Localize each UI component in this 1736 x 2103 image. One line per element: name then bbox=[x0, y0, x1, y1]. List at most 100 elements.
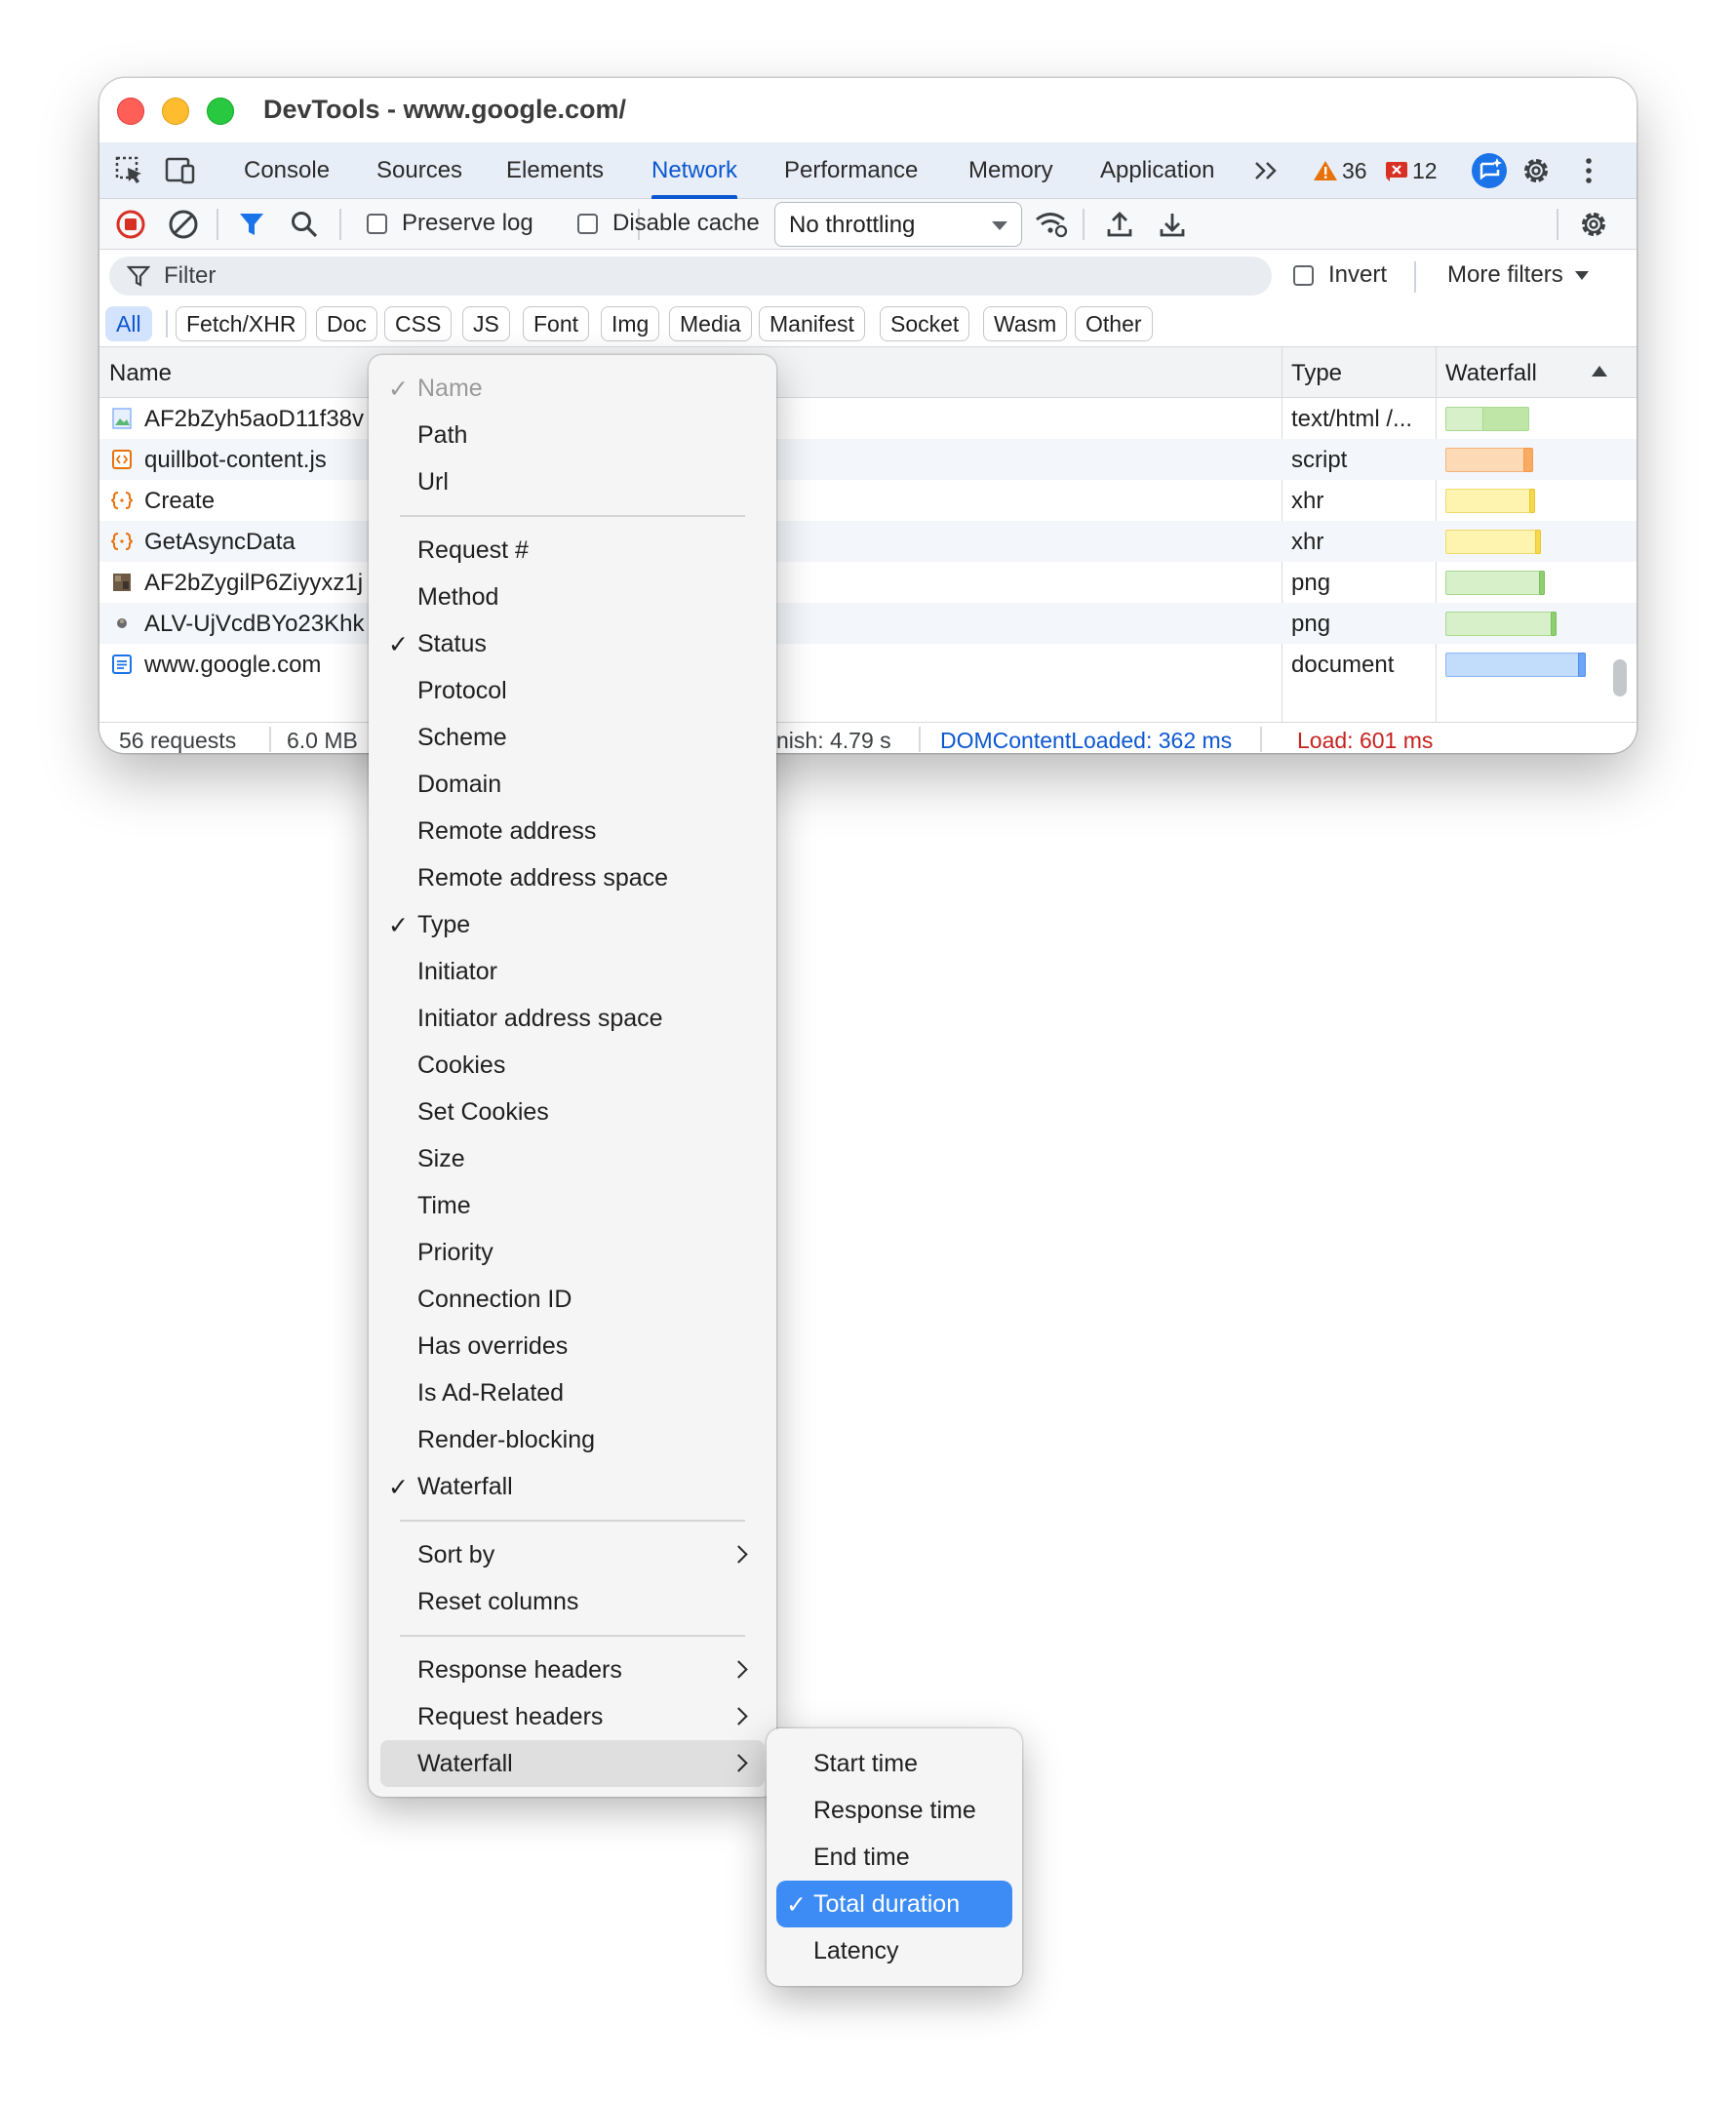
menu-item-path[interactable]: Path bbox=[369, 412, 776, 458]
menu-item-time[interactable]: Time bbox=[369, 1182, 776, 1229]
export-har-download-icon[interactable] bbox=[1155, 207, 1190, 242]
waterfall-bar bbox=[1445, 448, 1533, 472]
tab-application[interactable]: Application bbox=[1100, 142, 1214, 199]
menu-item-waterfall-submenu[interactable]: Waterfall bbox=[380, 1740, 765, 1787]
throttling-select[interactable]: No throttling bbox=[774, 202, 1022, 247]
warning-icon bbox=[1314, 161, 1337, 180]
table-row[interactable]: quillbot-content.js script bbox=[99, 439, 1637, 480]
menu-item-status[interactable]: ✓ Status bbox=[369, 620, 776, 667]
menu-item-method[interactable]: Method bbox=[369, 574, 776, 620]
inspect-element-icon[interactable] bbox=[111, 152, 148, 189]
network-conditions-wifi-icon[interactable] bbox=[1034, 207, 1069, 242]
submenu-item-response-time[interactable]: Response time bbox=[767, 1787, 1022, 1834]
tab-sources[interactable]: Sources bbox=[376, 142, 462, 199]
chip-js[interactable]: JS bbox=[462, 306, 510, 341]
devtools-window: DevTools - www.google.com/ Console Sourc… bbox=[99, 78, 1637, 753]
preserve-log-checkbox[interactable] bbox=[367, 214, 387, 234]
more-tabs-chevron-icon[interactable] bbox=[1248, 152, 1285, 189]
table-row[interactable]: ALV-UjVcdBYo23Khk png bbox=[99, 603, 1637, 644]
column-header-type[interactable]: Type bbox=[1291, 360, 1342, 387]
menu-item-has-overrides[interactable]: Has overrides bbox=[369, 1323, 776, 1369]
request-name: ALV-UjVcdBYo23Khk bbox=[144, 611, 365, 637]
invert-checkbox[interactable] bbox=[1293, 265, 1314, 286]
submenu-item-total-duration[interactable]: ✓ Total duration bbox=[776, 1881, 1012, 1927]
menu-item-remote-address[interactable]: Remote address bbox=[369, 808, 776, 854]
table-row[interactable]: GetAsyncData xhr bbox=[99, 521, 1637, 562]
chip-font[interactable]: Font bbox=[523, 306, 590, 341]
device-toolbar-icon[interactable] bbox=[162, 152, 199, 189]
checkmark-icon: ✓ bbox=[786, 1891, 807, 1919]
menu-item-remote-address-space[interactable]: Remote address space bbox=[369, 854, 776, 901]
submenu-item-latency[interactable]: Latency bbox=[767, 1927, 1022, 1974]
menu-item-request-number[interactable]: Request # bbox=[369, 527, 776, 574]
menu-item-response-headers[interactable]: Response headers bbox=[369, 1647, 776, 1693]
request-name: AF2bZygilP6Ziyyxz1j bbox=[144, 570, 364, 596]
import-har-upload-icon[interactable] bbox=[1102, 207, 1137, 242]
errors-badge[interactable]: 12 bbox=[1385, 154, 1438, 187]
more-options-kebab-icon[interactable] bbox=[1570, 152, 1607, 189]
status-divider bbox=[269, 727, 271, 752]
chip-fetch-xhr[interactable]: Fetch/XHR bbox=[176, 306, 307, 341]
chip-wasm[interactable]: Wasm bbox=[983, 306, 1068, 341]
filter-funnel-icon[interactable] bbox=[234, 207, 269, 242]
image-thumbnail-icon bbox=[111, 613, 133, 634]
menu-item-reset-columns[interactable]: Reset columns bbox=[369, 1578, 776, 1625]
stop-recording-icon[interactable] bbox=[113, 207, 148, 242]
chip-img[interactable]: Img bbox=[601, 306, 660, 341]
chip-css[interactable]: CSS bbox=[384, 306, 453, 341]
zoom-window-button[interactable] bbox=[207, 98, 234, 125]
status-divider bbox=[919, 727, 921, 752]
filter-input[interactable]: Filter bbox=[109, 257, 1272, 296]
chevron-right-icon bbox=[730, 1545, 748, 1564]
warnings-badge[interactable]: 36 bbox=[1313, 154, 1367, 187]
chip-socket[interactable]: Socket bbox=[880, 306, 970, 341]
table-row[interactable]: Create xhr bbox=[99, 480, 1637, 521]
menu-item-connection-id[interactable]: Connection ID bbox=[369, 1276, 776, 1323]
chip-manifest[interactable]: Manifest bbox=[759, 306, 865, 341]
error-icon bbox=[1386, 162, 1407, 181]
menu-item-type[interactable]: ✓ Type bbox=[369, 901, 776, 948]
chip-doc[interactable]: Doc bbox=[316, 306, 377, 341]
column-header-waterfall[interactable]: Waterfall bbox=[1445, 360, 1537, 387]
tab-performance[interactable]: Performance bbox=[784, 142, 918, 199]
menu-item-waterfall-column[interactable]: ✓ Waterfall bbox=[369, 1463, 776, 1510]
menu-item-cookies[interactable]: Cookies bbox=[369, 1042, 776, 1089]
settings-gear-icon[interactable] bbox=[1518, 152, 1555, 189]
menu-item-render-blocking[interactable]: Render-blocking bbox=[369, 1416, 776, 1463]
submenu-item-end-time[interactable]: End time bbox=[767, 1834, 1022, 1881]
menu-item-initiator[interactable]: Initiator bbox=[369, 948, 776, 995]
menu-item-initiator-address-space[interactable]: Initiator address space bbox=[369, 995, 776, 1042]
menu-item-is-ad-related[interactable]: Is Ad-Related bbox=[369, 1369, 776, 1416]
close-window-button[interactable] bbox=[117, 98, 144, 125]
menu-item-domain[interactable]: Domain bbox=[369, 761, 776, 808]
more-filters-dropdown[interactable]: More filters bbox=[1447, 261, 1589, 289]
tab-console[interactable]: Console bbox=[244, 142, 330, 199]
menu-item-url[interactable]: Url bbox=[369, 458, 776, 505]
table-row[interactable]: AF2bZygilP6Ziyyxz1j png bbox=[99, 562, 1637, 603]
table-row[interactable]: AF2bZyh5aoD11f38v text/html /... bbox=[99, 398, 1637, 439]
ai-assistance-icon[interactable] bbox=[1471, 152, 1508, 189]
menu-item-priority[interactable]: Priority bbox=[369, 1229, 776, 1276]
clear-log-icon[interactable] bbox=[166, 207, 201, 242]
menu-item-request-headers[interactable]: Request headers bbox=[369, 1693, 776, 1740]
tab-elements[interactable]: Elements bbox=[506, 142, 604, 199]
submenu-item-start-time[interactable]: Start time bbox=[767, 1740, 1022, 1787]
menu-item-set-cookies[interactable]: Set Cookies bbox=[369, 1089, 776, 1135]
tab-memory[interactable]: Memory bbox=[968, 142, 1053, 199]
minimize-window-button[interactable] bbox=[162, 98, 189, 125]
request-list-scrollbar[interactable] bbox=[1613, 659, 1627, 696]
search-icon[interactable] bbox=[287, 207, 322, 242]
menu-item-sort-by[interactable]: Sort by bbox=[369, 1531, 776, 1578]
tab-network[interactable]: Network bbox=[651, 142, 738, 199]
menu-item-scheme[interactable]: Scheme bbox=[369, 714, 776, 761]
column-header-name[interactable]: Name bbox=[109, 360, 172, 387]
chip-media[interactable]: Media bbox=[669, 306, 752, 341]
chip-other[interactable]: Other bbox=[1075, 306, 1153, 341]
document-icon bbox=[111, 654, 133, 675]
network-settings-gear-icon[interactable] bbox=[1576, 207, 1611, 242]
menu-item-protocol[interactable]: Protocol bbox=[369, 667, 776, 714]
disable-cache-checkbox[interactable] bbox=[577, 214, 598, 234]
table-row[interactable]: www.google.com document bbox=[99, 644, 1637, 685]
menu-item-size[interactable]: Size bbox=[369, 1135, 776, 1182]
chip-all[interactable]: All bbox=[105, 306, 152, 341]
